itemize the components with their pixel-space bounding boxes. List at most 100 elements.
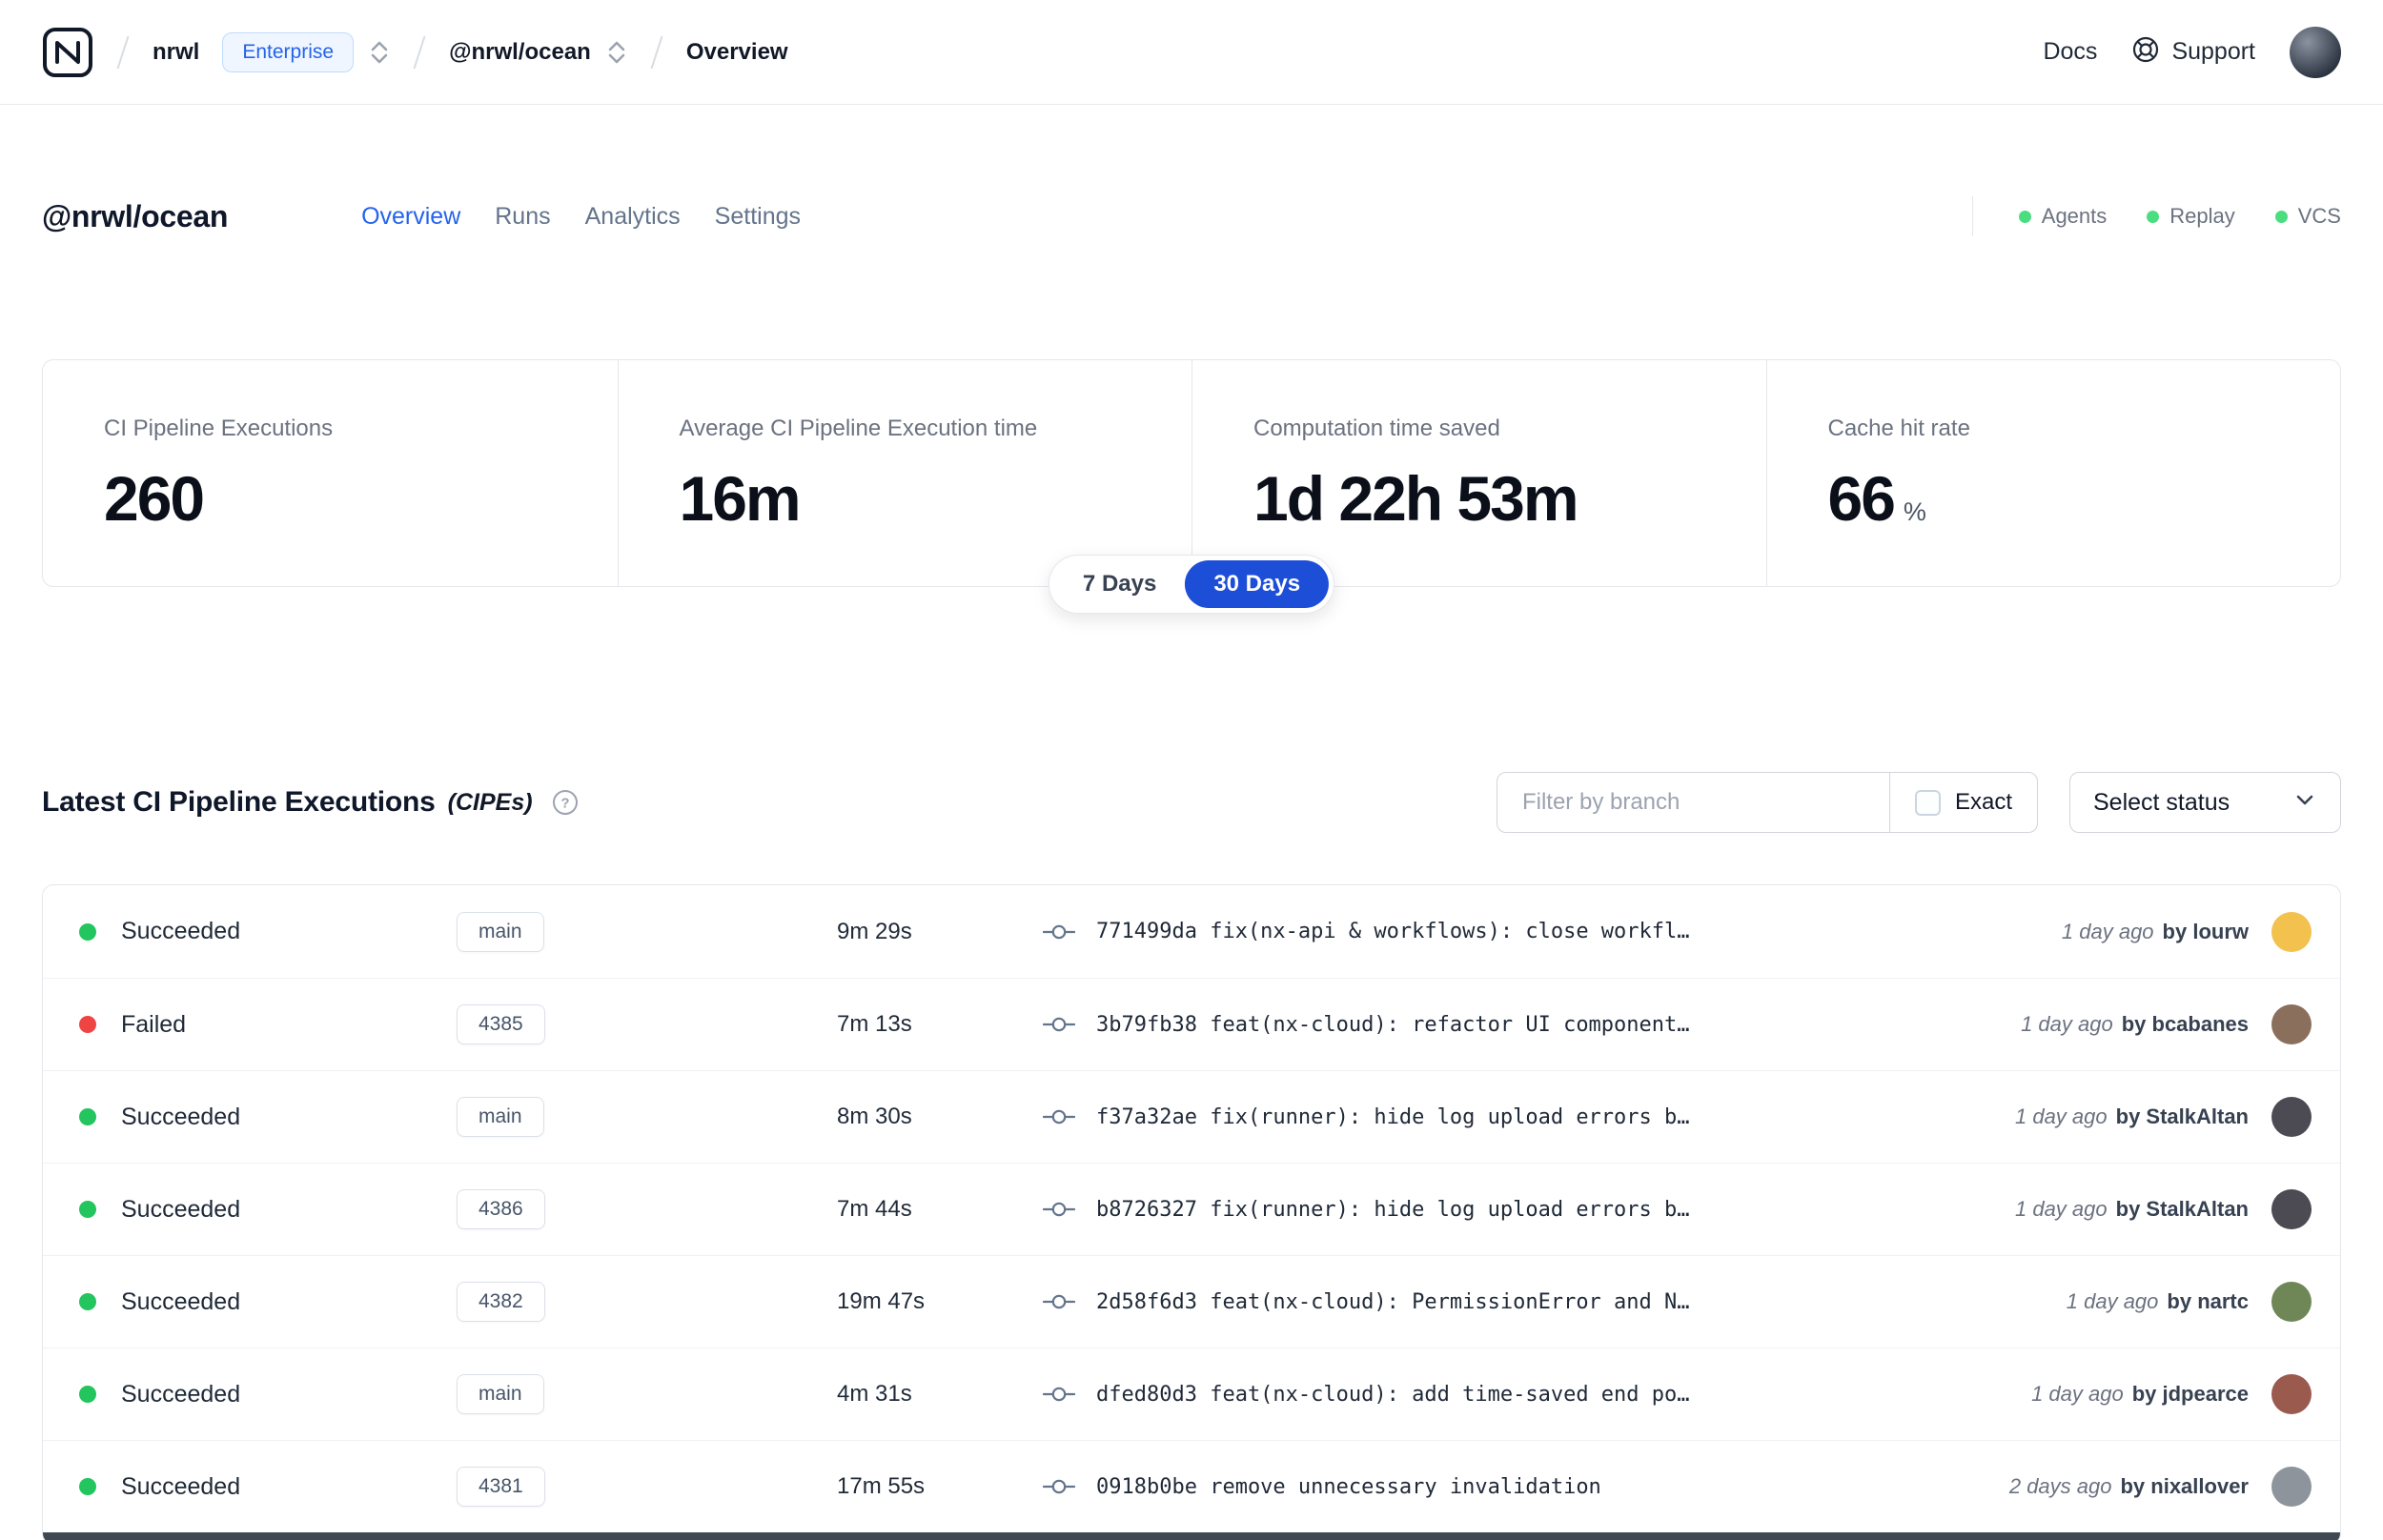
help-icon[interactable]: ?	[552, 789, 579, 816]
breadcrumb-separator	[650, 35, 663, 69]
status-dot	[79, 1293, 96, 1310]
breadcrumb-page: Overview	[685, 38, 788, 65]
cipe-rows: Succeeded main 9m 29s 771499da fix(nx-ap…	[43, 885, 2340, 1532]
stats-section: CI Pipeline Executions 260 Average CI Pi…	[42, 359, 2341, 614]
table-row[interactable]: Succeeded main 9m 29s 771499da fix(nx-ap…	[43, 885, 2340, 978]
stats-cards: CI Pipeline Executions 260 Average CI Pi…	[42, 359, 2341, 587]
time-ago-label: 1 day ago	[2014, 1197, 2108, 1221]
commit-message[interactable]: 2d58f6d3 feat(nx-cloud): PermissionError…	[1096, 1290, 1690, 1314]
table-row[interactable]: Succeeded 4386 7m 44s b8726327 fix(runne…	[43, 1163, 2340, 1255]
author-label: by nixallover	[2120, 1474, 2249, 1498]
org-selector-chevron-icon[interactable]	[369, 37, 390, 68]
avatar	[2271, 1097, 2312, 1137]
author-label: by StalkAltan	[2115, 1104, 2249, 1128]
green-status-dot	[2147, 210, 2160, 223]
avatar	[2271, 1467, 2312, 1507]
breadcrumb-workspace[interactable]: @nrwl/ocean	[449, 39, 591, 66]
commit-message[interactable]: b8726327 fix(runner): hide log upload er…	[1096, 1198, 1690, 1222]
svg-text:?: ?	[560, 796, 569, 812]
chevron-down-icon	[2292, 787, 2317, 819]
git-commit-icon	[1043, 1199, 1075, 1220]
service-status-replay[interactable]: Replay	[2147, 204, 2235, 229]
enterprise-badge[interactable]: Enterprise	[222, 31, 355, 72]
tab-analytics[interactable]: Analytics	[585, 203, 681, 231]
status-label: Succeeded	[121, 1380, 241, 1408]
nx-logo[interactable]	[42, 27, 93, 78]
table-row[interactable]: Succeeded main 8m 30s f37a32ae fix(runne…	[43, 1070, 2340, 1163]
author-label: by lourw	[2162, 919, 2249, 943]
avatar	[2271, 1374, 2312, 1414]
branch-badge[interactable]: main	[457, 911, 544, 952]
range-7-days-button[interactable]: 7 Days	[1054, 560, 1185, 608]
avatar	[2271, 1004, 2312, 1044]
support-label: Support	[2171, 38, 2255, 65]
table-row[interactable]: Failed 4385 7m 13s 3b79fb38 feat(nx-clou…	[43, 978, 2340, 1070]
branch-filter-input[interactable]	[1497, 773, 1889, 832]
git-commit-icon	[1043, 1384, 1075, 1405]
tab-runs[interactable]: Runs	[495, 203, 550, 231]
branch-badge[interactable]: main	[457, 1374, 544, 1414]
time-ago-label: 1 day ago	[2014, 1104, 2108, 1128]
duration-label: 9m 29s	[837, 918, 912, 944]
status-label: Failed	[121, 1010, 187, 1038]
status-label: Succeeded	[121, 1472, 241, 1500]
tab-overview[interactable]: Overview	[361, 203, 460, 231]
duration-label: 19m 47s	[837, 1288, 926, 1314]
git-commit-icon	[1043, 922, 1075, 942]
service-status-agents[interactable]: Agents	[2018, 204, 2107, 229]
avatar	[2271, 1282, 2312, 1322]
service-status-vcs[interactable]: VCS	[2274, 204, 2341, 229]
status-dot	[79, 1386, 96, 1403]
table-row[interactable]: Succeeded 4381 17m 55s 0918b0be remove u…	[43, 1440, 2340, 1532]
commit-message[interactable]: f37a32ae fix(runner): hide log upload er…	[1096, 1105, 1690, 1129]
duration-label: 7m 44s	[837, 1196, 912, 1222]
status-dot	[79, 1016, 96, 1033]
workspace-selector-chevron-icon[interactable]	[606, 37, 627, 68]
green-status-dot	[2018, 210, 2031, 223]
docs-link[interactable]: Docs	[2043, 38, 2097, 66]
git-commit-icon	[1043, 1291, 1075, 1312]
support-link[interactable]: Support	[2131, 35, 2255, 69]
breadcrumb-separator	[413, 35, 426, 69]
author-label: by bcabanes	[2121, 1012, 2249, 1036]
time-ago-label: 1 day ago	[2031, 1382, 2124, 1406]
breadcrumb: nrwl Enterprise @nrwl/ocean Overview	[42, 27, 788, 78]
table-row[interactable]: Succeeded 4382 19m 47s 2d58f6d3 feat(nx-…	[43, 1255, 2340, 1348]
cipes-title-suffix: (CIPEs)	[447, 788, 533, 816]
user-avatar[interactable]	[2290, 26, 2341, 78]
branch-badge[interactable]: 4385	[457, 1004, 545, 1044]
commit-message[interactable]: 0918b0be remove unnecessary invalidation	[1096, 1475, 1601, 1499]
stat-card-average-execution-time: Average CI Pipeline Execution time 16m	[617, 360, 1192, 586]
exact-checkbox[interactable]	[1914, 789, 1941, 816]
time-ago-label: 2 days ago	[2008, 1474, 2112, 1498]
table-bottom-bar	[43, 1532, 2340, 1540]
stat-card-ci-pipeline-executions: CI Pipeline Executions 260	[104, 415, 334, 534]
table-row[interactable]: Succeeded main 4m 31s dfed80d3 feat(nx-c…	[43, 1348, 2340, 1440]
exact-checkbox-label[interactable]: Exact	[1955, 789, 2012, 816]
green-status-dot	[2274, 210, 2288, 223]
status-dot	[79, 1201, 96, 1218]
duration-label: 7m 13s	[837, 1011, 912, 1037]
page-title: @nrwl/ocean	[42, 198, 229, 233]
status-label: Succeeded	[121, 1103, 241, 1130]
duration-label: 8m 30s	[837, 1104, 912, 1129]
status-label: Succeeded	[121, 1287, 241, 1315]
breadcrumb-org[interactable]: nrwl	[153, 39, 199, 66]
breadcrumb-separator	[116, 35, 130, 69]
status-select-dropdown[interactable]: Select status	[2069, 772, 2341, 833]
branch-badge[interactable]: 4381	[457, 1467, 545, 1507]
status-label: Succeeded	[121, 918, 241, 944]
workspace-tabs: Overview Runs Analytics Settings	[361, 203, 801, 231]
branch-badge[interactable]: main	[457, 1097, 544, 1137]
cipe-table: Succeeded main 9m 29s 771499da fix(nx-ap…	[42, 884, 2341, 1540]
branch-badge[interactable]: 4382	[457, 1282, 545, 1322]
commit-message[interactable]: dfed80d3 feat(nx-cloud): add time-saved …	[1096, 1383, 1690, 1407]
duration-label: 17m 55s	[837, 1473, 926, 1499]
tab-settings[interactable]: Settings	[715, 203, 801, 231]
exact-filter: Exact	[1888, 773, 2037, 832]
commit-message[interactable]: 3b79fb38 feat(nx-cloud): refactor UI com…	[1096, 1013, 1690, 1037]
range-30-days-button[interactable]: 30 Days	[1185, 560, 1330, 608]
branch-badge[interactable]: 4386	[457, 1189, 545, 1229]
time-ago-label: 1 day ago	[2061, 919, 2154, 943]
commit-message[interactable]: 771499da fix(nx-api & workflows): close …	[1096, 920, 1690, 943]
